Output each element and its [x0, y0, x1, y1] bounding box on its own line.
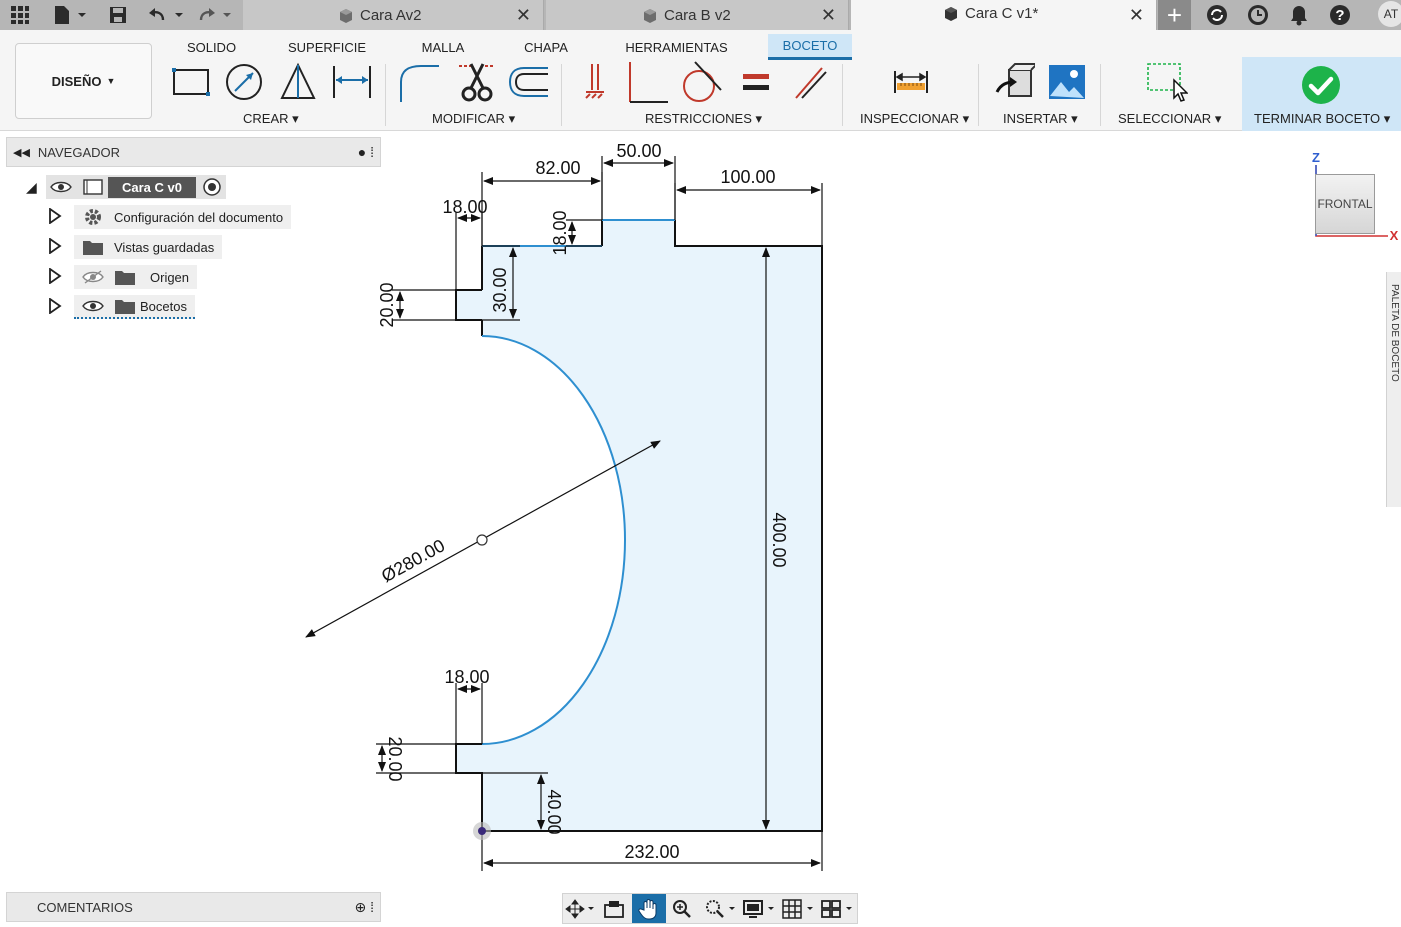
- dimension-label[interactable]: 50.00: [616, 141, 661, 161]
- display-settings-icon[interactable]: [739, 894, 778, 923]
- tree-root[interactable]: ◢ Cara C v0: [26, 175, 226, 199]
- tree-item-origin[interactable]: Origen: [48, 265, 198, 289]
- eye-icon[interactable]: [50, 180, 72, 194]
- tree-item-label: Configuración del documento: [114, 209, 284, 225]
- folder-icon: [115, 271, 135, 285]
- axis-z-label: Z: [1312, 150, 1320, 165]
- eye-hidden-icon[interactable]: [82, 270, 104, 284]
- dimension-label[interactable]: 20.00: [377, 282, 397, 327]
- dimension-label[interactable]: 232.00: [624, 842, 679, 862]
- arc-center-point[interactable]: [476, 534, 488, 546]
- root-label: Cara C v0: [108, 176, 196, 198]
- grid-settings-icon[interactable]: [779, 894, 818, 923]
- comments-title: COMENTARIOS: [37, 899, 133, 915]
- folder-icon: [83, 241, 103, 255]
- tree-item-label: Origen: [150, 269, 190, 285]
- dimension-label[interactable]: 20.00: [385, 736, 405, 781]
- tree-item-label: Bocetos: [140, 298, 187, 314]
- dimension-label[interactable]: 40.00: [544, 789, 564, 834]
- collapse-panel-icon[interactable]: ◀◀: [13, 146, 30, 159]
- dimension-20-top[interactable]: [392, 289, 456, 321]
- dimension-18-top[interactable]: [455, 212, 483, 290]
- folder-icon: [115, 300, 135, 314]
- expand-triangle-icon[interactable]: [48, 206, 74, 227]
- dimension-label[interactable]: Ø280.00: [378, 535, 448, 586]
- dimension-label[interactable]: 18.00: [442, 197, 487, 217]
- expand-triangle-icon[interactable]: [48, 266, 74, 287]
- tree-item-config[interactable]: Configuración del documento: [48, 205, 292, 229]
- add-comment-icon[interactable]: ⊕ ⁞: [354, 899, 374, 916]
- navigator-title: NAVEGADOR: [37, 144, 121, 160]
- root-chip: Cara C v0: [46, 175, 226, 199]
- dimension-label[interactable]: 30.00: [490, 267, 510, 312]
- sketch-palette-label: PALETA DE BOCETO: [1389, 284, 1400, 382]
- dimension-label[interactable]: 18.00: [444, 667, 489, 687]
- comments-header[interactable]: COMENTARIOS ⊕ ⁞: [6, 892, 381, 922]
- pin-icon[interactable]: ● ⁞: [358, 144, 374, 160]
- expand-triangle-icon[interactable]: [48, 296, 74, 317]
- dimension-18-vertical[interactable]: [566, 219, 602, 247]
- viewports-icon[interactable]: [818, 894, 857, 923]
- dimension-label[interactable]: 400.00: [769, 512, 789, 567]
- dimension-label[interactable]: 82.00: [535, 158, 580, 178]
- dimension-label[interactable]: 100.00: [720, 167, 775, 187]
- look-at-icon[interactable]: [597, 894, 631, 923]
- dimension-18-bottom[interactable]: [455, 683, 483, 744]
- tree-item-label: Vistas guardadas: [114, 239, 215, 255]
- component-icon: [83, 179, 103, 195]
- dimension-label[interactable]: 18.00: [550, 210, 570, 255]
- view-cube[interactable]: FRONTAL: [1315, 174, 1375, 234]
- axis-x-label: X: [1390, 228, 1399, 243]
- dimension-82[interactable]: [481, 172, 603, 246]
- sketch-palette-tab[interactable]: PALETA DE BOCETO: [1386, 272, 1401, 507]
- tree-item-sketches[interactable]: Bocetos: [48, 295, 195, 319]
- gear-icon: [85, 209, 101, 225]
- dimension-50[interactable]: [601, 156, 676, 220]
- activate-radio-icon[interactable]: [202, 177, 222, 197]
- navigator-header[interactable]: ◀◀ NAVEGADOR ● ⁞: [6, 137, 381, 167]
- dimension-100[interactable]: [674, 183, 823, 246]
- collapse-triangle-icon[interactable]: ◢: [26, 179, 46, 196]
- origin-point[interactable]: [478, 827, 486, 835]
- view-cube-face: FRONTAL: [1317, 197, 1373, 211]
- tree-item-views[interactable]: Vistas guardadas: [48, 235, 223, 259]
- zoom-icon[interactable]: [666, 894, 700, 923]
- navigation-toolbar: [562, 893, 858, 924]
- zoom-window-icon[interactable]: [700, 894, 739, 923]
- pan-hand-icon[interactable]: [631, 894, 666, 923]
- orbit-icon[interactable]: [563, 894, 597, 923]
- eye-icon[interactable]: [82, 299, 104, 313]
- expand-triangle-icon[interactable]: [48, 236, 74, 257]
